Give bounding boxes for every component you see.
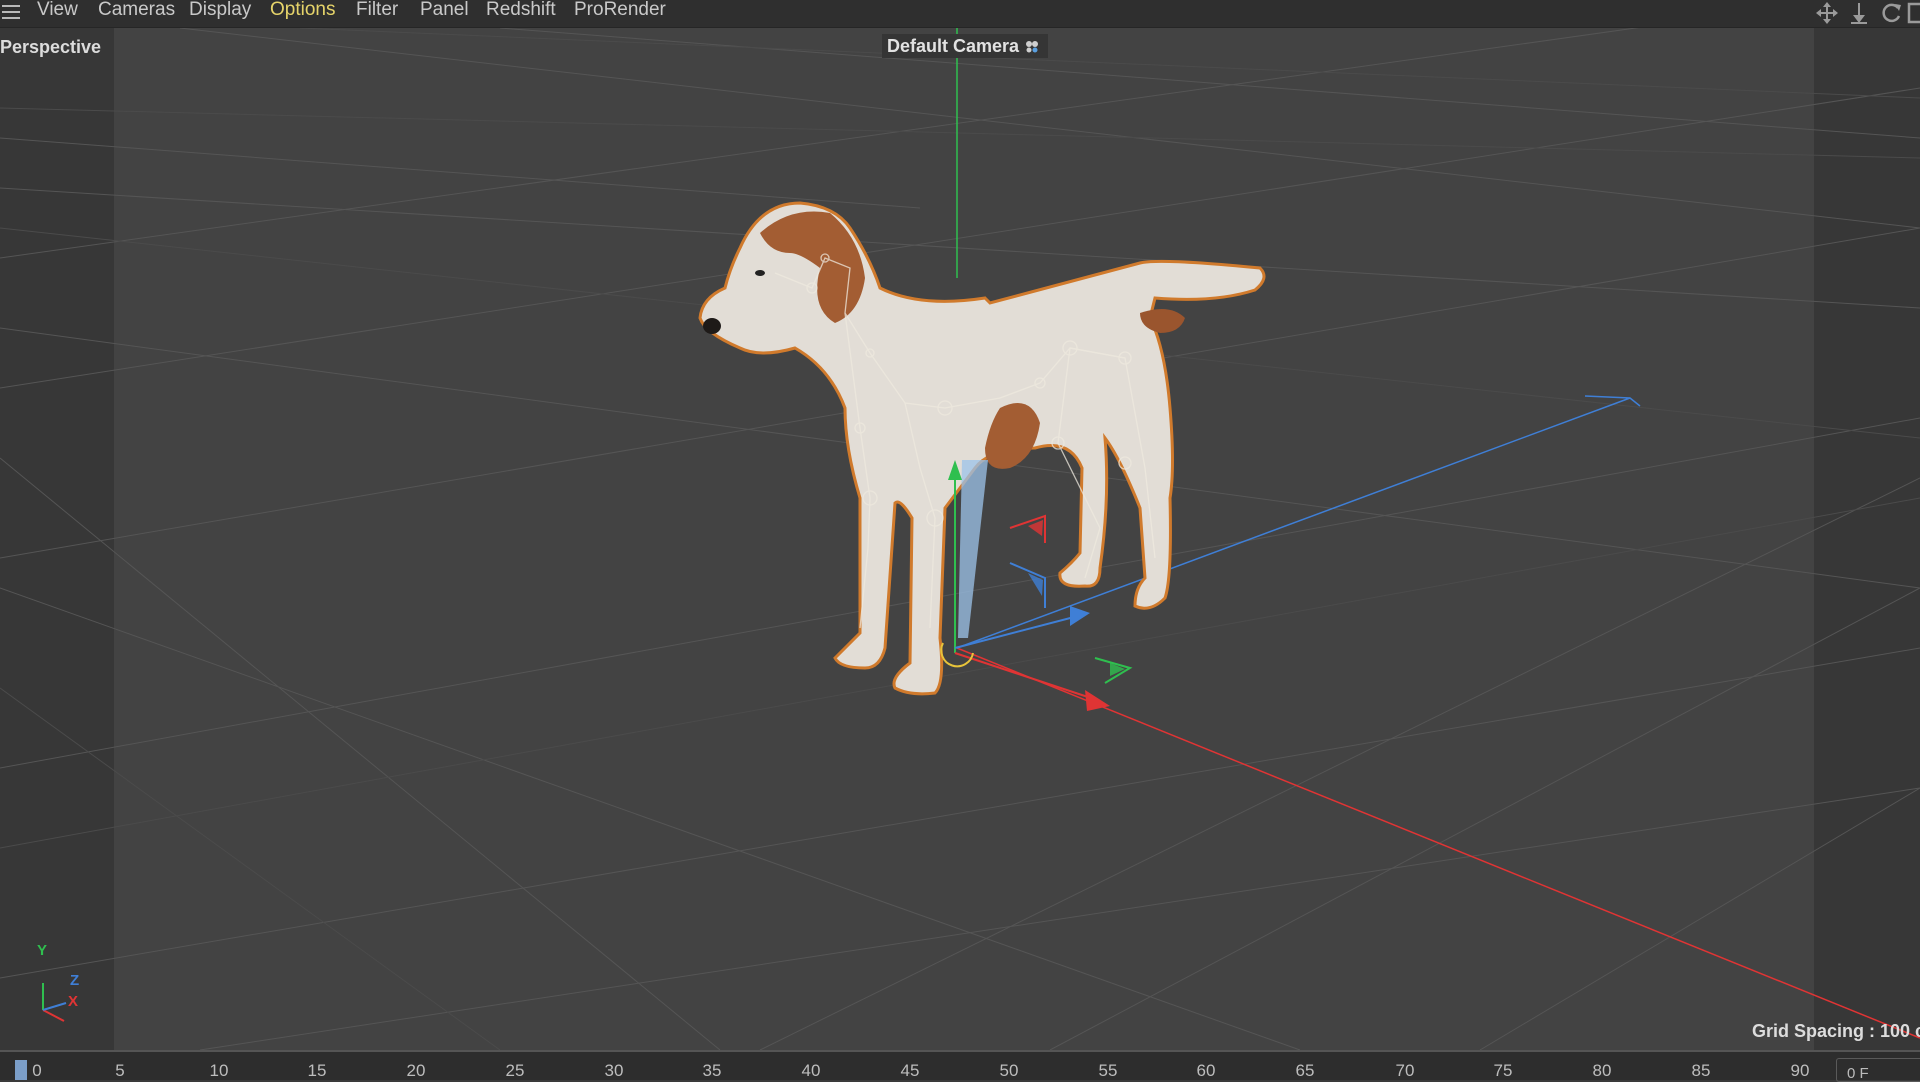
floor-grid-minor xyxy=(0,28,1920,1050)
timeline-tick: 15 xyxy=(307,1061,327,1080)
projection-label[interactable]: Perspective xyxy=(0,37,101,58)
axis-y-label: Y xyxy=(37,942,48,959)
camera-options-icon xyxy=(1026,41,1039,53)
menu-filter[interactable]: Filter xyxy=(356,0,398,24)
timeline-tick: 20 xyxy=(406,1061,426,1080)
menu-display[interactable]: Display xyxy=(189,0,251,24)
timeline-tick: 0 xyxy=(32,1061,42,1080)
camera-label[interactable]: Default Camera xyxy=(882,34,1049,58)
viewport-menubar: View Cameras Display Options Filter Pane… xyxy=(0,0,1920,28)
timeline-tick: 50 xyxy=(999,1061,1019,1080)
rotate-view-icon[interactable] xyxy=(1878,1,1904,25)
dog-eye xyxy=(755,270,765,276)
hamburger-menu-icon[interactable] xyxy=(0,2,22,24)
axis-x-label: X xyxy=(68,993,79,1010)
camera-label-text: Default Camera xyxy=(887,36,1020,56)
timeline-tick: 70 xyxy=(1395,1061,1415,1080)
timeline-tick: 80 xyxy=(1592,1061,1612,1080)
timeline-tick: 90 xyxy=(1790,1061,1810,1080)
timeline-tick: 5 xyxy=(115,1061,125,1080)
axis-indicator xyxy=(42,983,67,1022)
menu-redshift[interactable]: Redshift xyxy=(486,0,556,24)
dog-nose xyxy=(703,318,721,334)
menu-prorender[interactable]: ProRender xyxy=(574,0,666,24)
timeline-tick: 25 xyxy=(505,1061,525,1080)
timeline-tick: 55 xyxy=(1098,1061,1118,1080)
axis-z-label: Z xyxy=(70,972,80,989)
menu-panel[interactable]: Panel xyxy=(420,0,469,24)
maximize-view-icon[interactable] xyxy=(1906,1,1920,25)
frame-field[interactable]: 0 F xyxy=(1836,1058,1920,1082)
zoom-view-icon[interactable] xyxy=(1846,1,1872,25)
move-view-icon[interactable] xyxy=(1814,1,1840,25)
timeline-tick: 30 xyxy=(604,1061,624,1080)
timeline-tick: 60 xyxy=(1196,1061,1216,1080)
viewport-scene xyxy=(0,28,1920,1050)
timeline-tick: 75 xyxy=(1493,1061,1513,1080)
grid-spacing-label: Grid Spacing : 100 cm xyxy=(1752,1021,1920,1041)
3d-viewport[interactable]: Perspective Default Camera Grid Spacing … xyxy=(0,28,1920,1050)
timeline-tick: 65 xyxy=(1295,1061,1315,1080)
menu-cameras[interactable]: Cameras xyxy=(98,0,175,24)
timeline-ruler[interactable]: 0 5 10 15 20 25 30 35 40 45 50 55 60 65 … xyxy=(0,1050,1920,1082)
dog-model xyxy=(698,201,1266,696)
timeline-tick: 85 xyxy=(1691,1061,1711,1080)
menu-view[interactable]: View xyxy=(37,0,78,24)
timeline-tick: 40 xyxy=(801,1061,821,1080)
timeline-tick: 35 xyxy=(702,1061,722,1080)
timeline-playhead[interactable] xyxy=(15,1060,27,1080)
timeline-tick: 45 xyxy=(900,1061,920,1080)
menu-options[interactable]: Options xyxy=(270,0,335,24)
timeline-tick: 10 xyxy=(209,1061,229,1080)
